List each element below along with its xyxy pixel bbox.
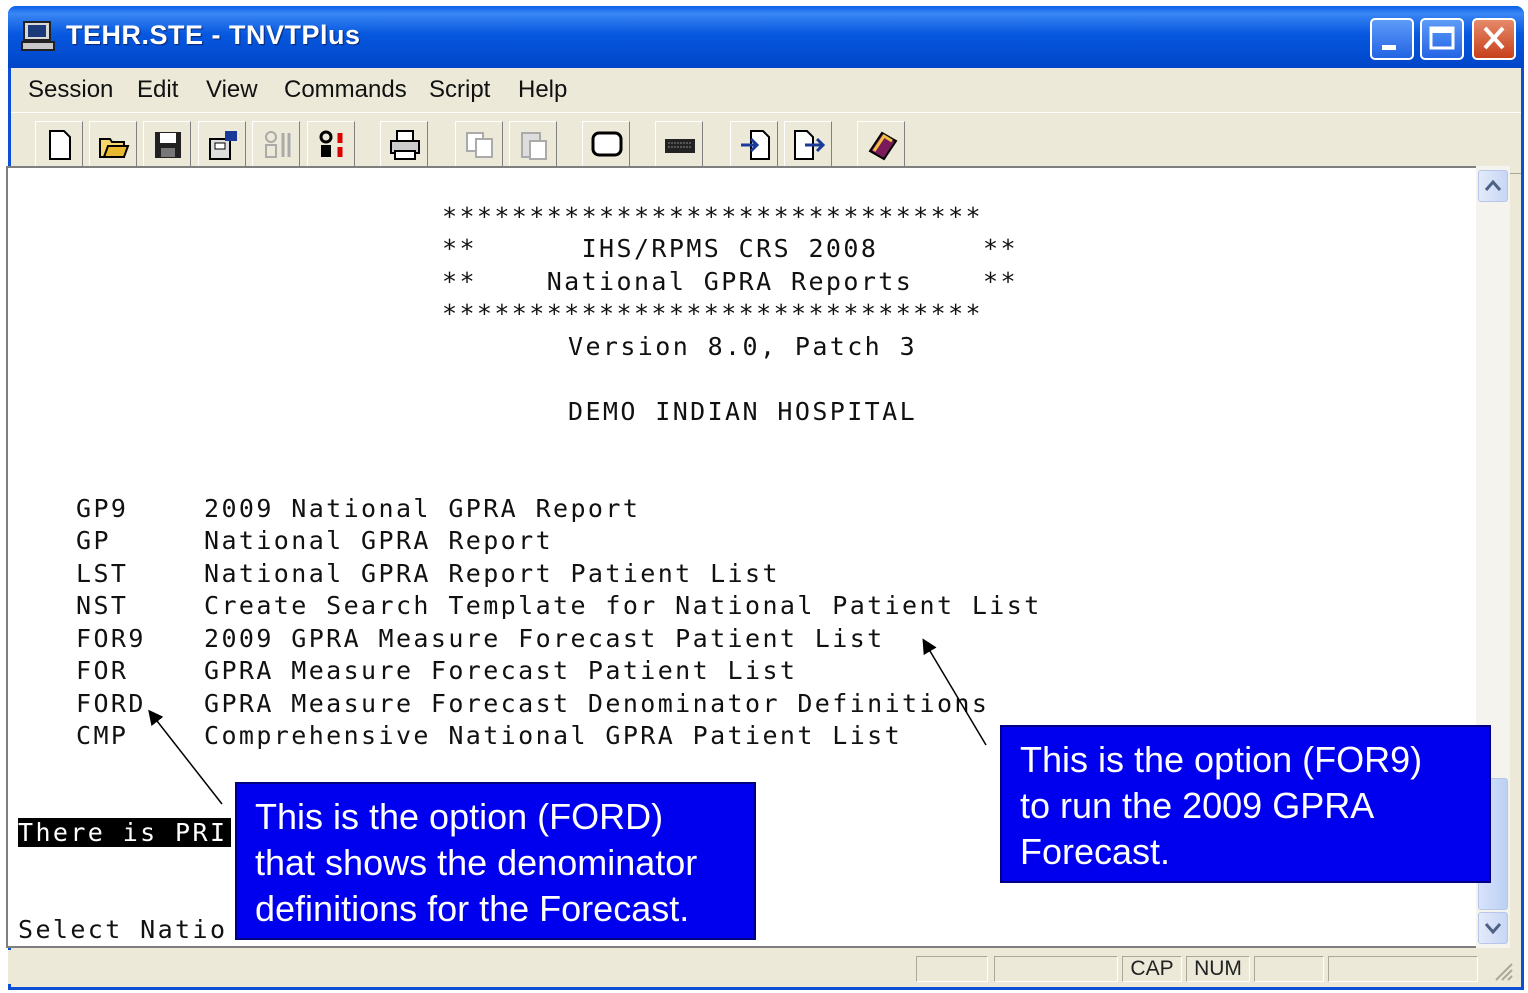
callout-line: to run the 2009 GPRA: [1020, 785, 1375, 826]
callout-ford-option: This is the option (FORD) that shows the…: [235, 782, 756, 940]
for9-pointer-arrow: [922, 638, 987, 746]
callout-line: This is the option (FORD): [255, 796, 664, 837]
callout-line: definitions for the Forecast.: [255, 888, 690, 929]
callout-line: This is the option (FOR9): [1020, 739, 1423, 780]
callout-line: that shows the denominator: [255, 842, 698, 883]
callout-line: Forecast.: [1020, 831, 1171, 872]
callout-for9-option: This is the option (FOR9) to run the 200…: [1000, 725, 1491, 883]
ford-pointer-arrow: [148, 709, 223, 805]
